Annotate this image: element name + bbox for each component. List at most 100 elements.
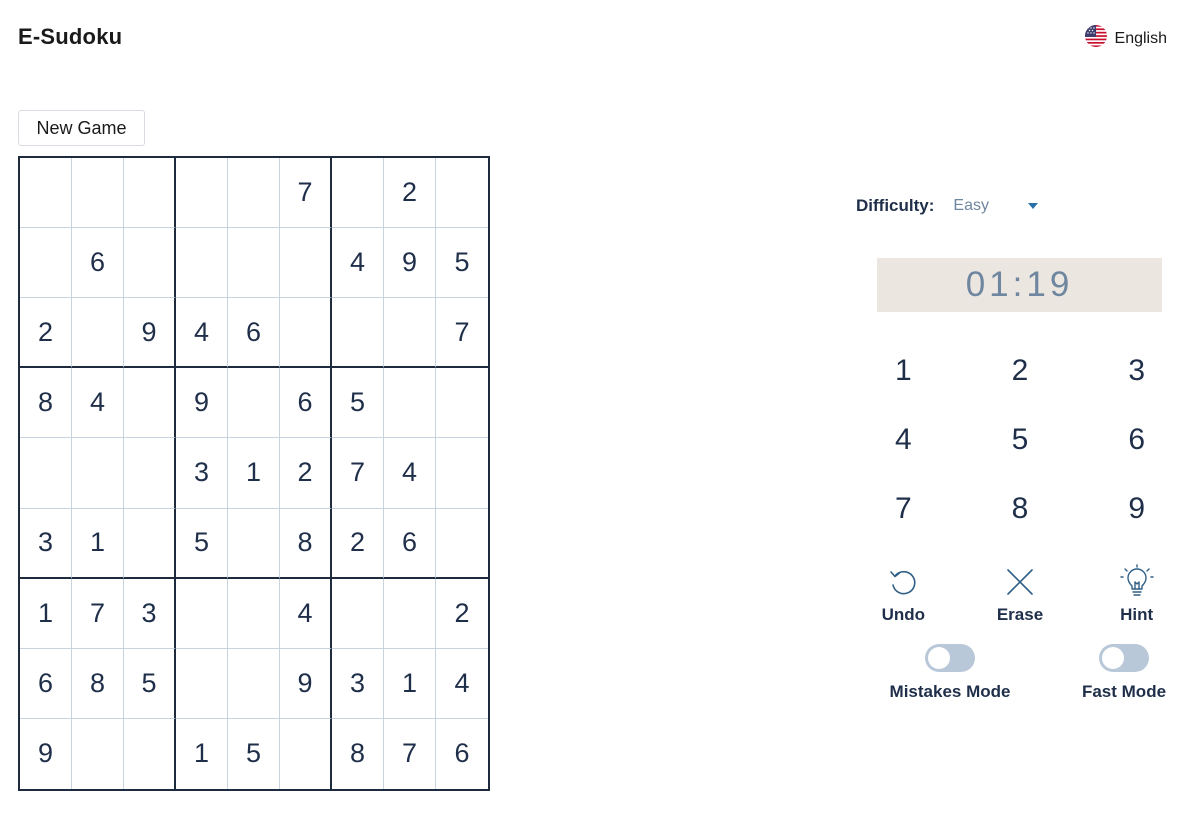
- sudoku-cell[interactable]: [124, 158, 176, 229]
- sudoku-cell[interactable]: [20, 438, 72, 509]
- number-key-3[interactable]: 3: [1078, 336, 1195, 405]
- sudoku-cell[interactable]: 6: [384, 508, 436, 579]
- sudoku-cell[interactable]: 5: [436, 228, 488, 299]
- difficulty-label: Difficulty:: [856, 196, 935, 215]
- sudoku-cell[interactable]: 7: [72, 578, 124, 649]
- sudoku-cell[interactable]: 8: [20, 368, 72, 439]
- sudoku-cell[interactable]: [384, 368, 436, 439]
- number-pad: 1 2 3 4 5 6 7 8 9: [845, 336, 1195, 543]
- difficulty-value: Easy: [953, 197, 989, 214]
- sudoku-cell[interactable]: 2: [384, 158, 436, 229]
- sudoku-cell[interactable]: [436, 158, 488, 229]
- sudoku-cell[interactable]: [20, 158, 72, 229]
- fast-mode: Fast Mode: [1074, 644, 1174, 702]
- sudoku-cell[interactable]: 6: [228, 298, 280, 369]
- sudoku-cell[interactable]: 6: [436, 719, 488, 789]
- sudoku-cell[interactable]: 6: [72, 228, 124, 299]
- number-key-1[interactable]: 1: [845, 336, 962, 405]
- sudoku-cell[interactable]: [124, 508, 176, 579]
- number-key-4[interactable]: 4: [845, 405, 962, 474]
- number-key-8[interactable]: 8: [962, 474, 1079, 543]
- sudoku-cell[interactable]: 5: [332, 368, 384, 439]
- sudoku-cell[interactable]: 7: [332, 438, 384, 509]
- sudoku-cell[interactable]: [384, 298, 436, 369]
- number-key-9[interactable]: 9: [1078, 474, 1195, 543]
- sudoku-cell[interactable]: 4: [280, 578, 332, 649]
- sudoku-cell[interactable]: 4: [384, 438, 436, 509]
- sudoku-cell[interactable]: 5: [228, 718, 280, 789]
- sudoku-cell[interactable]: [280, 298, 332, 369]
- number-key-2[interactable]: 2: [962, 336, 1079, 405]
- new-game-button[interactable]: New Game: [18, 110, 145, 146]
- sudoku-cell[interactable]: [72, 298, 124, 369]
- sudoku-cell[interactable]: [176, 158, 228, 229]
- hint-button[interactable]: Hint: [1078, 564, 1195, 625]
- number-key-6[interactable]: 6: [1078, 405, 1195, 474]
- sudoku-cell[interactable]: [280, 228, 332, 299]
- sudoku-cell[interactable]: 9: [20, 718, 72, 789]
- sudoku-cell[interactable]: 1: [176, 718, 228, 789]
- sudoku-cell[interactable]: [72, 438, 124, 509]
- mistakes-mode-label: Mistakes Mode: [889, 682, 1011, 701]
- sudoku-cell[interactable]: [436, 438, 488, 509]
- sudoku-cell[interactable]: 4: [332, 228, 384, 299]
- sudoku-cell[interactable]: 2: [20, 298, 72, 369]
- sudoku-cell[interactable]: 2: [436, 579, 488, 649]
- sudoku-cell[interactable]: [228, 368, 280, 439]
- sudoku-cell[interactable]: [436, 509, 488, 579]
- mistakes-mode-toggle[interactable]: [925, 644, 975, 672]
- mode-toggles: Mistakes Mode Fast Mode: [0, 644, 1200, 704]
- sudoku-cell[interactable]: [436, 368, 488, 439]
- sudoku-cell[interactable]: [280, 718, 332, 789]
- sudoku-cell[interactable]: 9: [124, 298, 176, 369]
- number-key-7[interactable]: 7: [845, 474, 962, 543]
- sudoku-cell[interactable]: 4: [72, 368, 124, 439]
- sudoku-cell[interactable]: [228, 158, 280, 229]
- sudoku-cell[interactable]: [124, 228, 176, 299]
- sudoku-cell[interactable]: 9: [384, 228, 436, 299]
- sudoku-cell[interactable]: [124, 368, 176, 439]
- sudoku-cell[interactable]: 8: [280, 508, 332, 579]
- tool-bar: Undo Erase Hint: [845, 564, 1195, 625]
- sudoku-cell[interactable]: [228, 508, 280, 579]
- sudoku-cell[interactable]: 1: [228, 438, 280, 509]
- fast-mode-toggle[interactable]: [1099, 644, 1149, 672]
- sudoku-cell[interactable]: [228, 578, 280, 649]
- sudoku-cell[interactable]: [228, 228, 280, 299]
- sudoku-cell[interactable]: [72, 718, 124, 789]
- sudoku-cell[interactable]: 3: [176, 438, 228, 509]
- erase-button[interactable]: Erase: [962, 564, 1079, 625]
- caret-down-icon: [1028, 203, 1039, 209]
- sudoku-cell[interactable]: 7: [384, 718, 436, 789]
- sudoku-cell[interactable]: 1: [72, 508, 124, 579]
- sudoku-cell[interactable]: [332, 298, 384, 369]
- erase-icon: [1002, 564, 1038, 600]
- sudoku-cell[interactable]: 9: [176, 368, 228, 439]
- language-label: English: [1114, 29, 1167, 47]
- sudoku-cell[interactable]: [332, 158, 384, 229]
- sudoku-cell[interactable]: 3: [20, 508, 72, 579]
- sudoku-cell[interactable]: [124, 438, 176, 509]
- sudoku-cell[interactable]: 3: [124, 578, 176, 649]
- sudoku-cell[interactable]: 2: [280, 438, 332, 509]
- sudoku-cell[interactable]: [176, 578, 228, 649]
- undo-button[interactable]: Undo: [845, 564, 962, 625]
- sudoku-cell[interactable]: [124, 718, 176, 789]
- sudoku-cell[interactable]: [72, 158, 124, 229]
- sudoku-cell[interactable]: 5: [176, 508, 228, 579]
- sudoku-cell[interactable]: [384, 578, 436, 649]
- sudoku-cell[interactable]: [20, 228, 72, 299]
- number-key-5[interactable]: 5: [962, 405, 1079, 474]
- sudoku-cell[interactable]: 2: [332, 508, 384, 579]
- sudoku-cell[interactable]: 7: [280, 158, 332, 229]
- sudoku-cell[interactable]: 7: [436, 298, 488, 369]
- language-selector[interactable]: English: [1084, 25, 1167, 52]
- sudoku-cell[interactable]: 4: [176, 298, 228, 369]
- difficulty-select[interactable]: Easy: [953, 197, 1043, 215]
- sudoku-cell[interactable]: 1: [20, 578, 72, 649]
- sudoku-cell[interactable]: 8: [332, 718, 384, 789]
- hint-label: Hint: [1120, 605, 1154, 624]
- sudoku-cell[interactable]: [176, 228, 228, 299]
- sudoku-cell[interactable]: [332, 578, 384, 649]
- sudoku-cell[interactable]: 6: [280, 368, 332, 439]
